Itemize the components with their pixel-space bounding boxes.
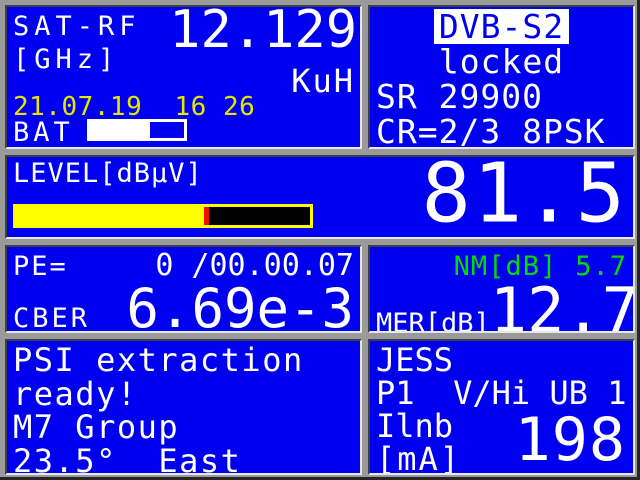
sat-rf-label: SAT-RF — [13, 11, 141, 42]
satellite-operator: M7 Group — [13, 411, 354, 445]
level-label: LEVEL[dBµV] — [13, 158, 203, 189]
battery-label: BAT — [13, 117, 74, 148]
level-bargraph — [13, 204, 313, 228]
quality-panel: NM[dB] 5.7 MER[dB] 12.7 — [368, 245, 635, 333]
standard-badge: DVB-S2 — [434, 9, 569, 44]
mer-value: 12.7 — [490, 282, 635, 333]
pe-label: PE= — [13, 251, 68, 282]
symbol-rate: SR 29900 — [370, 79, 543, 114]
cber-value: 6.69e-3 — [126, 283, 354, 333]
satellite-position: 23.5° East — [13, 445, 354, 476]
dvb-status-panel: DVB-S2 locked SR 29900 CR=2/3 8PSK — [368, 5, 635, 149]
battery-gauge — [87, 119, 187, 141]
frequency-unit: [GHz] — [13, 44, 119, 75]
level-bar-fill — [16, 207, 204, 225]
error-panel: PE= 0 /00.00.07 CBER 6.69e-3 — [5, 245, 362, 333]
lnb-system: JESS — [376, 344, 627, 377]
battery-fill — [90, 122, 150, 138]
cber-label: CBER — [13, 303, 90, 333]
psi-info-panel: PSI extraction ready! M7 Group 23.5° Eas… — [5, 339, 362, 475]
frequency-value: 12.129 — [169, 5, 357, 59]
lnb-current-value: 198 — [515, 410, 626, 470]
lock-status: locked — [439, 44, 564, 79]
mer-label: MER[dB] — [376, 308, 490, 333]
code-rate-modulation: CR=2/3 8PSK — [370, 114, 606, 149]
psi-status-line2: ready! — [13, 378, 354, 412]
level-value: 81.5 — [422, 155, 627, 236]
band-indicator: KuH — [291, 62, 355, 100]
psi-status-line1: PSI extraction — [13, 344, 354, 378]
level-panel: LEVEL[dBµV] 81.5 — [5, 155, 635, 239]
meter-screen: SAT-RF 12.129 [GHz] KuH 21.07.19 16 26 B… — [0, 0, 640, 480]
lnb-panel: JESS P1 V/Hi UB 1 Ilnb [mA] 198 — [368, 339, 635, 475]
level-bar-peak-marker — [204, 207, 209, 225]
sat-rf-panel: SAT-RF 12.129 [GHz] KuH 21.07.19 16 26 B… — [5, 5, 362, 149]
